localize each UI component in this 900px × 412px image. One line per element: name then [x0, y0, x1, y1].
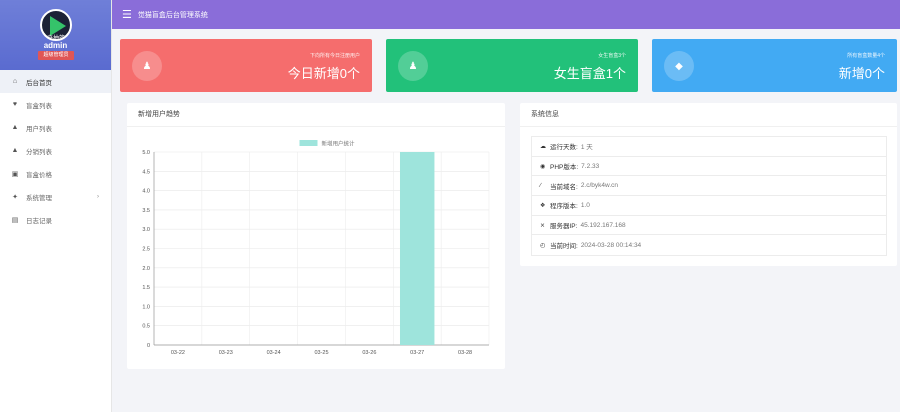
sidebar-item-blindbox-price[interactable]: ▣ 盲盒价格	[0, 162, 111, 185]
cloud-icon: ☁	[540, 143, 546, 150]
sidebar-item-user-list[interactable]: ▲ 用户列表	[0, 116, 111, 139]
system-info-panel: 系统信息 ☁ 运行天数: 1 天 ◉ PHP版本: 7.2.33 ∕ 当前域名:…	[520, 103, 897, 266]
diamond-icon: ◆	[664, 51, 694, 81]
home-icon: ⌂	[12, 78, 18, 85]
card-subtitle: 所有盲盒数量4个	[847, 53, 885, 59]
avatar: 来抽签	[40, 9, 72, 41]
y-tick-label: 3.0	[142, 227, 150, 233]
info-row-server-ip: ⨯ 服务器IP: 45.192.167.168	[532, 216, 886, 236]
sidebar-item-label: 分销列表	[26, 148, 52, 156]
info-value: 2024-03-28 00:14:34	[580, 241, 642, 249]
x-tick-label: 03-28	[458, 350, 472, 356]
y-tick-label: 2.0	[142, 266, 150, 272]
eye-icon: ◉	[540, 163, 546, 170]
sidebar-item-distribution-list[interactable]: ▲ 分销列表	[0, 139, 111, 162]
chevron-right-icon: ›	[97, 193, 99, 200]
card-subtitle: 下向所有今日注册用户	[309, 53, 360, 59]
stat-card-female-boxes: ♟ 女生盲盒3个 女生盲盒1个	[386, 39, 638, 92]
card-subtitle: 女生盲盒3个	[598, 53, 626, 59]
sidebar-item-label: 日志记录	[26, 217, 52, 225]
system-title: 觉猫盲盒后台管理系统	[137, 11, 208, 19]
stat-card-all-boxes: ◆ 所有盲盒数量4个 新增0个	[652, 39, 897, 92]
sidebar-item-blindbox-list[interactable]: ♥ 盲盒列表	[0, 93, 111, 116]
panel-title: 新增用户趋势	[127, 103, 505, 127]
sidebar-item-label: 用户列表	[26, 125, 52, 133]
y-tick-label: 0	[147, 343, 150, 349]
y-tick-label: 0.5	[142, 324, 150, 330]
sidebar-nav: ⌂ 后台首页 ♥ 盲盒列表 ▲ 用户列表 ▲ 分销列表 ▣ 盲盒价格 ✦ 系统管…	[0, 70, 111, 231]
sidebar-item-label: 盲盒列表	[26, 102, 52, 110]
logo-overlay-text: 来抽签	[46, 36, 65, 41]
info-row-program-version: ❖ 程序版本: 1.0	[532, 196, 886, 216]
role-badge: 超级管理员	[38, 51, 74, 60]
info-row-domain: ∕ 当前域名: 2.c/byk4w.cn	[532, 176, 886, 197]
card-value: 女生盲盒1个	[553, 66, 626, 81]
user-icon: ▲	[11, 147, 19, 154]
system-info-table: ☁ 运行天数: 1 天 ◉ PHP版本: 7.2.33 ∕ 当前域名: 2.c/…	[531, 136, 887, 257]
info-row-uptime: ☁ 运行天数: 1 天	[532, 137, 886, 157]
y-tick-label: 1.5	[142, 285, 150, 291]
info-value: 1 天	[580, 144, 593, 152]
user-add-icon: ♟	[132, 51, 162, 81]
y-tick-label: 2.5	[142, 247, 150, 253]
admin-name: admin	[43, 41, 68, 50]
x-tick-label: 03-25	[314, 350, 328, 356]
calendar-icon: ▣	[11, 170, 19, 178]
info-label: 服务器IP:	[550, 223, 578, 231]
y-tick-label: 3.5	[142, 208, 150, 214]
info-label: PHP版本:	[550, 164, 579, 172]
settings-icon: ✦	[12, 193, 18, 201]
info-label: 当前时间:	[550, 243, 578, 251]
user-add-icon: ♟	[398, 51, 428, 81]
card-value: 今日新增0个	[287, 66, 360, 81]
user-trend-panel: 新增用户趋势 0 0.5 1.0 1.5 2.0 2.5 3.0 3.5 4.0 4.5 5.0 03…	[127, 103, 505, 369]
clock-icon: ◴	[540, 242, 546, 249]
x-tick-label: 03-22	[171, 350, 185, 356]
info-row-current-time: ◴ 当前时间: 2024-03-28 00:14:34	[532, 235, 886, 255]
sidebar-item-label: 后台首页	[26, 79, 52, 87]
info-label: 当前域名:	[550, 183, 578, 191]
y-tick-label: 5.0	[142, 150, 150, 156]
stat-card-new-users: ♟ 下向所有今日注册用户 今日新增0个	[120, 39, 372, 92]
info-value: 7.2.33	[581, 162, 600, 170]
user-trend-chart: 0 0.5 1.0 1.5 2.0 2.5 3.0 3.5 4.0 4.5 5.0 03-22 03-2…	[142, 140, 490, 356]
sidebar: 来抽签 admin 超级管理员 ⌂ 后台首页 ♥ 盲盒列表 ▲ 用户列表 ▲ 分…	[0, 0, 112, 412]
legend-label: 新增用户统计	[322, 140, 356, 148]
database-icon: ❖	[540, 202, 546, 209]
sidebar-item-label: 系统管理	[26, 194, 52, 202]
heart-icon: ♥	[12, 101, 18, 108]
shuffle-icon: ⨯	[540, 222, 546, 229]
panel-title: 系统信息	[520, 103, 897, 127]
info-label: 运行天数:	[550, 144, 578, 152]
info-value: 1.0	[580, 201, 590, 209]
card-value: 新增0个	[838, 66, 885, 81]
x-tick-label: 03-26	[362, 350, 376, 356]
sidebar-item-label: 盲盒价格	[26, 171, 52, 179]
x-tick-label: 03-23	[219, 350, 233, 356]
info-label: 程序版本:	[550, 203, 578, 211]
link-icon: ∕	[540, 182, 542, 189]
y-tick-label: 1.0	[142, 304, 150, 310]
list-icon: ▤	[11, 216, 19, 224]
info-row-php-version: ◉ PHP版本: 7.2.33	[532, 157, 886, 177]
info-value: 45.192.167.168	[580, 221, 626, 229]
y-tick-label: 4.0	[142, 189, 150, 195]
sidebar-item-system[interactable]: ✦ 系统管理 ›	[0, 185, 111, 208]
chart-bar	[399, 152, 435, 345]
top-bar: ☰ 觉猫盲盒后台管理系统	[112, 0, 900, 29]
hamburger-icon[interactable]: ☰	[122, 8, 132, 21]
sidebar-item-home[interactable]: ⌂ 后台首页	[0, 70, 111, 93]
info-value: 2.c/byk4w.cn	[580, 182, 619, 190]
legend-swatch	[299, 140, 318, 146]
sidebar-item-logs[interactable]: ▤ 日志记录	[0, 208, 111, 231]
user-icon: ▲	[11, 124, 19, 131]
x-tick-label: 03-24	[267, 350, 281, 356]
x-tick-label: 03-27	[410, 350, 424, 356]
profile-panel: 来抽签 admin 超级管理员	[0, 0, 111, 70]
y-tick-label: 4.5	[142, 169, 150, 175]
